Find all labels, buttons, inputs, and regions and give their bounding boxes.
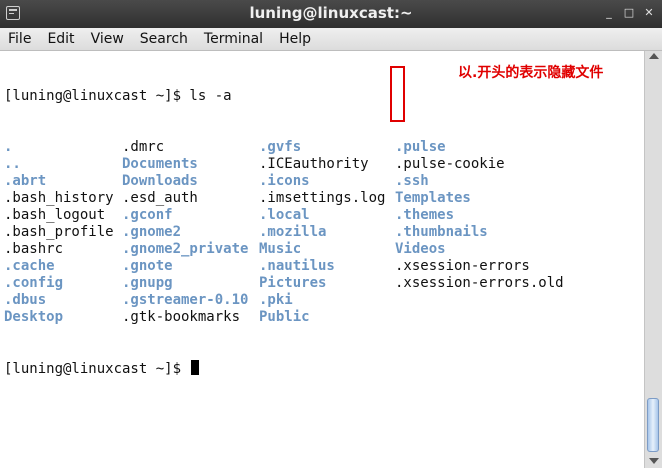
menu-view[interactable]: View — [83, 31, 132, 47]
file-entry: .esd_auth — [122, 190, 198, 206]
directory-entry: .icons — [259, 173, 310, 189]
directory-entry: .gnome2_private — [122, 241, 249, 257]
listing-row: .cache .gnote .nautilus .xsession-errors — [4, 258, 530, 275]
maximize-button[interactable]: □ — [622, 6, 636, 20]
minimize-button[interactable]: _ — [602, 6, 616, 20]
directory-entry: .abrt — [4, 173, 47, 189]
command-line: [luning@linuxcast ~]$ ls -a — [4, 88, 232, 104]
scroll-down-arrow-icon[interactable] — [649, 458, 659, 464]
annotation-highlight-box — [390, 66, 405, 122]
window-titlebar[interactable]: luning@linuxcast:~ _ □ ✕ — [0, 0, 662, 28]
prompt-text: [luning@linuxcast ~]$ — [4, 361, 190, 377]
vertical-scrollbar[interactable] — [644, 51, 662, 468]
file-listing: . .dmrc .gvfs .pulse.. Documents .ICEauthorit… — [4, 139, 564, 326]
directory-entry: .gconf — [122, 207, 173, 223]
directory-entry: .config — [4, 275, 64, 291]
file-entry: .xsession-errors — [395, 258, 530, 274]
directory-entry: Music — [259, 241, 302, 257]
directory-entry: .local — [259, 207, 310, 223]
directory-entry: .pulse — [395, 139, 446, 155]
terminal-output: [luning@linuxcast ~]$ ls -a . .dmrc .gvfs.… — [4, 54, 564, 411]
directory-entry: .gstreamer-0.10 — [122, 292, 249, 308]
file-entry: .gtk-bookmarks — [122, 309, 241, 325]
listing-row: .bash_profile .gnome2 .mozilla .thumbnails — [4, 224, 488, 241]
terminal-area[interactable]: [luning@linuxcast ~]$ ls -a . .dmrc .gvfs.… — [0, 51, 644, 468]
listing-row: .abrt Downloads .icons .ssh — [4, 173, 429, 190]
directory-entry: .mozilla — [259, 224, 327, 240]
directory-entry: .themes — [395, 207, 455, 223]
listing-row: .bash_history .esd_auth .imsettings.log Tem… — [4, 190, 471, 207]
directory-entry: . — [4, 139, 13, 155]
directory-entry: .gnote — [122, 258, 173, 274]
file-entry: .ICEauthority — [259, 156, 369, 172]
directory-entry: .. — [4, 156, 21, 172]
menu-terminal[interactable]: Terminal — [196, 31, 271, 47]
window-title: luning@linuxcast:~ — [249, 4, 413, 22]
menu-file[interactable]: File — [0, 31, 39, 47]
file-entry: .bash_logout — [4, 207, 106, 223]
scroll-thumb[interactable] — [647, 398, 659, 452]
directory-entry: Public — [259, 309, 310, 325]
menu-help[interactable]: Help — [271, 31, 319, 47]
listing-row: . .dmrc .gvfs .pulse — [4, 139, 446, 156]
directory-entry: .pki — [259, 292, 293, 308]
text-cursor — [191, 360, 200, 375]
directory-entry: .gvfs — [259, 139, 302, 155]
directory-entry: .gnome2 — [122, 224, 182, 240]
file-entry: .imsettings.log — [259, 190, 386, 206]
current-prompt: [luning@linuxcast ~]$ — [4, 360, 232, 377]
directory-entry: .dbus — [4, 292, 47, 308]
listing-row: .bash_logout .gconf .local .themes — [4, 207, 454, 224]
directory-entry: Desktop — [4, 309, 64, 325]
menu-search[interactable]: Search — [132, 31, 196, 47]
directory-entry: .thumbnails — [395, 224, 488, 240]
file-entry: .dmrc — [122, 139, 165, 155]
file-entry: .xsession-errors.old — [395, 275, 564, 291]
directory-entry: .gnupg — [122, 275, 173, 291]
file-entry: .bash_history — [4, 190, 114, 206]
file-entry: .bashrc — [4, 241, 64, 257]
directory-entry: Downloads — [122, 173, 198, 189]
directory-entry: .nautilus — [259, 258, 335, 274]
listing-row: .dbus .gstreamer-0.10 .pki — [4, 292, 293, 309]
directory-entry: Videos — [395, 241, 446, 257]
scroll-up-arrow-icon[interactable] — [649, 53, 659, 59]
window-controls: _ □ ✕ — [602, 6, 656, 20]
listing-row: .. Documents .ICEauthority .pulse-cookie — [4, 156, 505, 173]
directory-entry: Templates — [395, 190, 471, 206]
listing-row: .config .gnupg Pictures .xsession-errors.ol… — [4, 275, 564, 292]
menu-edit[interactable]: Edit — [39, 31, 82, 47]
menu-bar: File Edit View Search Terminal Help — [0, 28, 662, 51]
directory-entry: .ssh — [395, 173, 429, 189]
directory-entry: Pictures — [259, 275, 327, 291]
close-button[interactable]: ✕ — [642, 6, 656, 20]
annotation-text: 以.开头的表示隐藏文件 — [458, 65, 604, 81]
directory-entry: Documents — [122, 156, 198, 172]
listing-row: Desktop .gtk-bookmarks Public — [4, 309, 310, 326]
directory-entry: .cache — [4, 258, 55, 274]
file-entry: .bash_profile — [4, 224, 114, 240]
listing-row: .bashrc .gnome2_private Music Videos — [4, 241, 446, 258]
file-entry: .pulse-cookie — [395, 156, 505, 172]
